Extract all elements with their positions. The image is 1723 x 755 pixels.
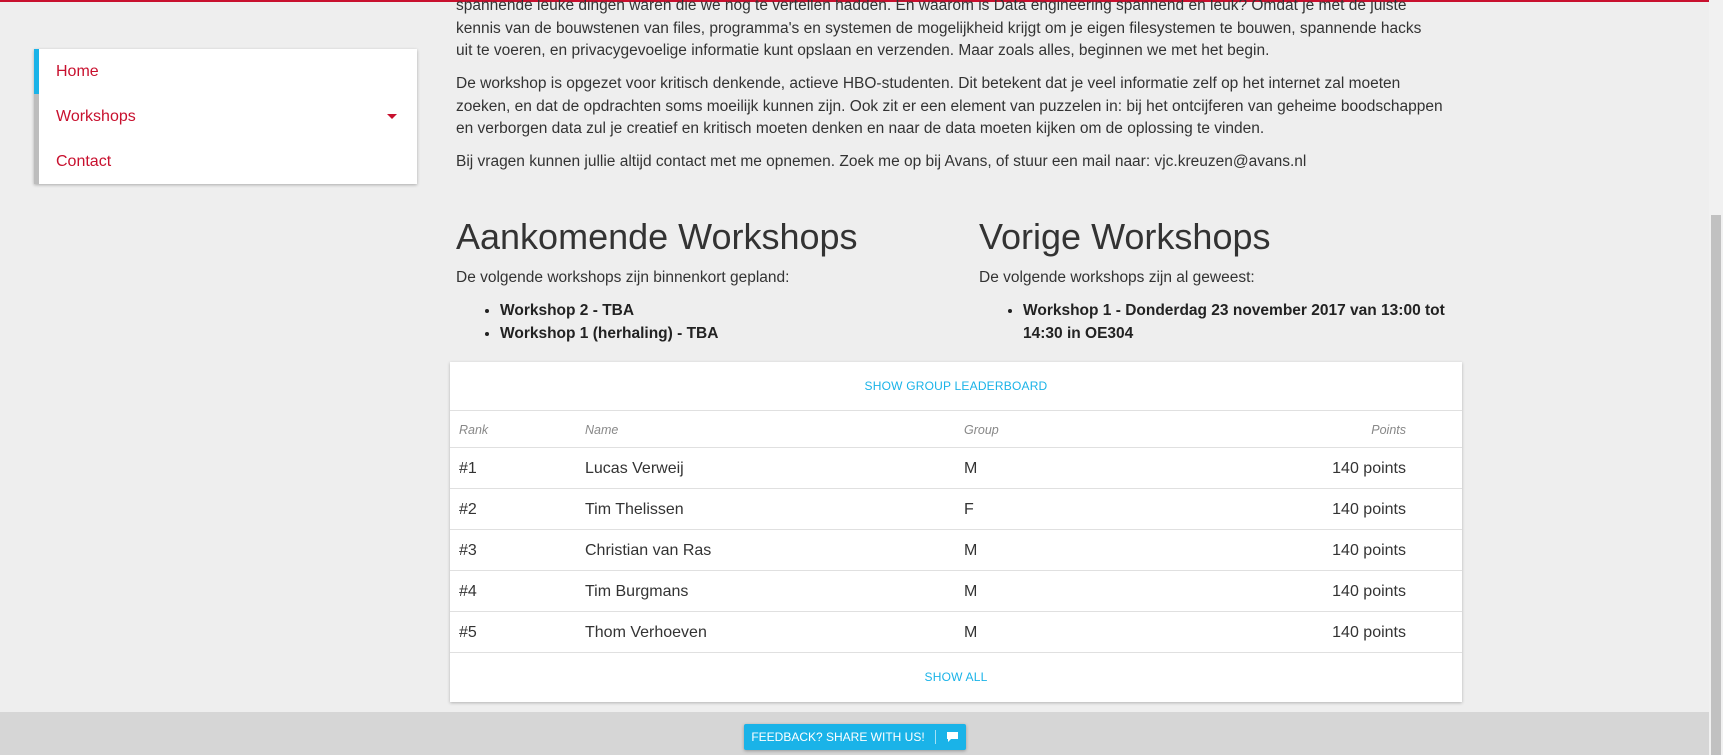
previous-subtitle: De volgende workshops zijn al geweest: bbox=[979, 269, 1255, 286]
table-row: #4 Tim Burgmans M 140 points bbox=[450, 570, 1462, 612]
table-row: #5 Thom Verhoeven M 140 points bbox=[450, 611, 1462, 653]
name-cell: Christian van Ras bbox=[585, 541, 712, 559]
name-cell: Tim Burgmans bbox=[585, 582, 689, 600]
points-cell: 140 points bbox=[1332, 500, 1406, 518]
contact-paragraph: Bij vragen kunnen jullie altijd contact … bbox=[456, 153, 1307, 170]
header-points: Points bbox=[1371, 422, 1406, 437]
active-indicator bbox=[34, 49, 39, 94]
feedback-label: FEEDBACK? SHARE WITH US! bbox=[751, 730, 925, 744]
rank-cell: #2 bbox=[459, 500, 477, 518]
sidebar-item-workshops[interactable]: Workshops bbox=[56, 94, 399, 139]
table-header: Rank Name Group Points bbox=[450, 410, 1462, 448]
points-cell: 140 points bbox=[1332, 582, 1406, 600]
sidebar-item-label: Workshops bbox=[56, 107, 136, 125]
previous-title: Vorige Workshops bbox=[979, 216, 1271, 257]
group-cell: M bbox=[964, 582, 978, 600]
table-row: #1 Lucas Verweij M 140 points bbox=[450, 447, 1462, 489]
sidebar-nav: Home Workshops Contact bbox=[34, 49, 417, 184]
group-cell: M bbox=[964, 459, 978, 477]
sidebar-item-label: Contact bbox=[56, 152, 112, 170]
name-cell: Thom Verhoeven bbox=[585, 623, 707, 641]
rank-cell: #4 bbox=[459, 582, 477, 600]
leaderboard-card: SHOW GROUP LEADERBOARD Rank Name Group P… bbox=[450, 362, 1462, 702]
group-cell: F bbox=[964, 500, 974, 518]
show-all-link[interactable]: SHOW ALL bbox=[450, 670, 1462, 684]
points-cell: 140 points bbox=[1332, 459, 1406, 477]
scrollbar-thumb[interactable] bbox=[1711, 215, 1721, 755]
list-item: Workshop 2 - TBA bbox=[500, 300, 980, 323]
divider bbox=[934, 730, 936, 744]
upcoming-list: Workshop 2 - TBA Workshop 1 (herhaling) … bbox=[456, 300, 980, 345]
name-cell: Tim Thelissen bbox=[585, 500, 684, 518]
intro-line: uit te voeren, en privacygevoelige infor… bbox=[456, 42, 1270, 59]
caret-down-icon[interactable] bbox=[387, 114, 397, 119]
list-item: Workshop 1 (herhaling) - TBA bbox=[500, 323, 980, 346]
header-rank: Rank bbox=[459, 422, 489, 437]
chat-bubble-icon bbox=[946, 732, 958, 742]
inactive-indicator bbox=[34, 94, 39, 184]
list-item: Workshop 1 - Donderdag 23 november 2017 … bbox=[1023, 300, 1463, 345]
header-name: Name bbox=[585, 422, 619, 437]
previous-list: Workshop 1 - Donderdag 23 november 2017 … bbox=[979, 300, 1463, 345]
name-cell: Lucas Verweij bbox=[585, 459, 684, 477]
sidebar-item-label: Home bbox=[56, 62, 99, 80]
intro-line: spannende leuke dingen waren die we nog … bbox=[456, 0, 1407, 14]
rank-cell: #5 bbox=[459, 623, 477, 641]
table-row: #3 Christian van Ras M 140 points bbox=[450, 529, 1462, 571]
points-cell: 140 points bbox=[1332, 623, 1406, 641]
table-row: #2 Tim Thelissen F 140 points bbox=[450, 488, 1462, 530]
upcoming-subtitle: De volgende workshops zijn binnenkort ge… bbox=[456, 269, 790, 286]
table-footer: SHOW ALL bbox=[450, 652, 1462, 703]
group-cell: M bbox=[964, 541, 978, 559]
show-group-leaderboard-link[interactable]: SHOW GROUP LEADERBOARD bbox=[450, 379, 1462, 393]
group-cell: M bbox=[964, 623, 978, 641]
intro-paragraph-1: spannende leuke dingen waren die we nog … bbox=[456, 0, 1446, 63]
upcoming-title: Aankomende Workshops bbox=[456, 216, 858, 257]
sidebar-item-contact[interactable]: Contact bbox=[56, 139, 399, 184]
points-cell: 140 points bbox=[1332, 541, 1406, 559]
intro-paragraph-2: De workshop is opgezet voor kritisch den… bbox=[456, 75, 1443, 137]
header-group: Group bbox=[964, 422, 999, 437]
intro-line: kennis van de bouwstenen van files, prog… bbox=[456, 19, 1422, 37]
rank-cell: #1 bbox=[459, 459, 477, 477]
sidebar-item-home[interactable]: Home bbox=[56, 49, 399, 94]
rank-cell: #3 bbox=[459, 541, 477, 559]
feedback-button[interactable]: FEEDBACK? SHARE WITH US! bbox=[744, 724, 966, 750]
